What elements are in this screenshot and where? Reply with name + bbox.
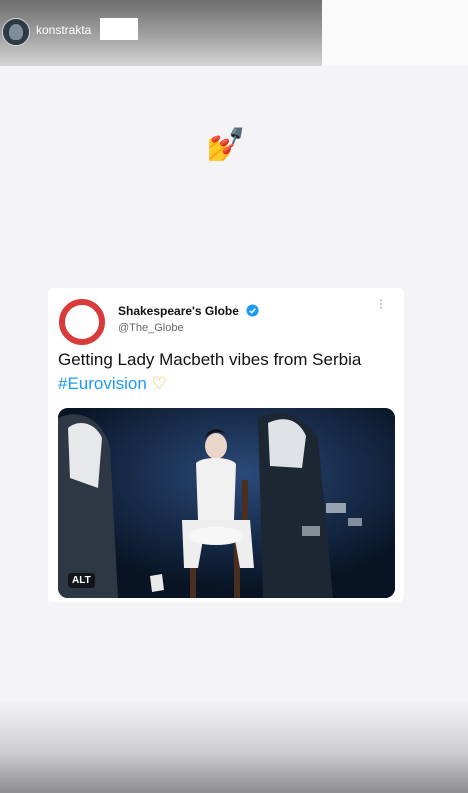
- alt-badge[interactable]: ALT: [68, 573, 95, 588]
- account-handle[interactable]: @The_Globe: [118, 322, 184, 334]
- redacted-area: [100, 18, 138, 40]
- verified-badge-icon: [246, 304, 259, 317]
- story-header: konstrakta: [0, 0, 322, 66]
- nail-polish-sticker: 💅: [206, 125, 246, 163]
- bottom-overlay: [0, 700, 468, 793]
- avatar[interactable]: [2, 18, 30, 46]
- tweet-text: Getting Lady Macbeth vibes from Serbia #…: [58, 348, 398, 396]
- tweet-body: Getting Lady Macbeth vibes from Serbia: [58, 350, 362, 369]
- tweet-photo[interactable]: ALT: [58, 408, 395, 598]
- header-right-blank: [322, 0, 468, 66]
- more-options-icon[interactable]: ···: [374, 298, 390, 309]
- yellow-heart-icon: ♡: [151, 374, 167, 393]
- globe-logo-icon: [59, 299, 105, 345]
- story-username[interactable]: konstrakta: [36, 23, 91, 37]
- tweet-card[interactable]: Shakespeare's Globe @The_Globe ··· Getti…: [48, 288, 404, 602]
- stage-performance-image: [58, 408, 395, 598]
- account-name[interactable]: Shakespeare's Globe: [118, 304, 239, 318]
- hashtag-link[interactable]: #Eurovision: [58, 374, 147, 393]
